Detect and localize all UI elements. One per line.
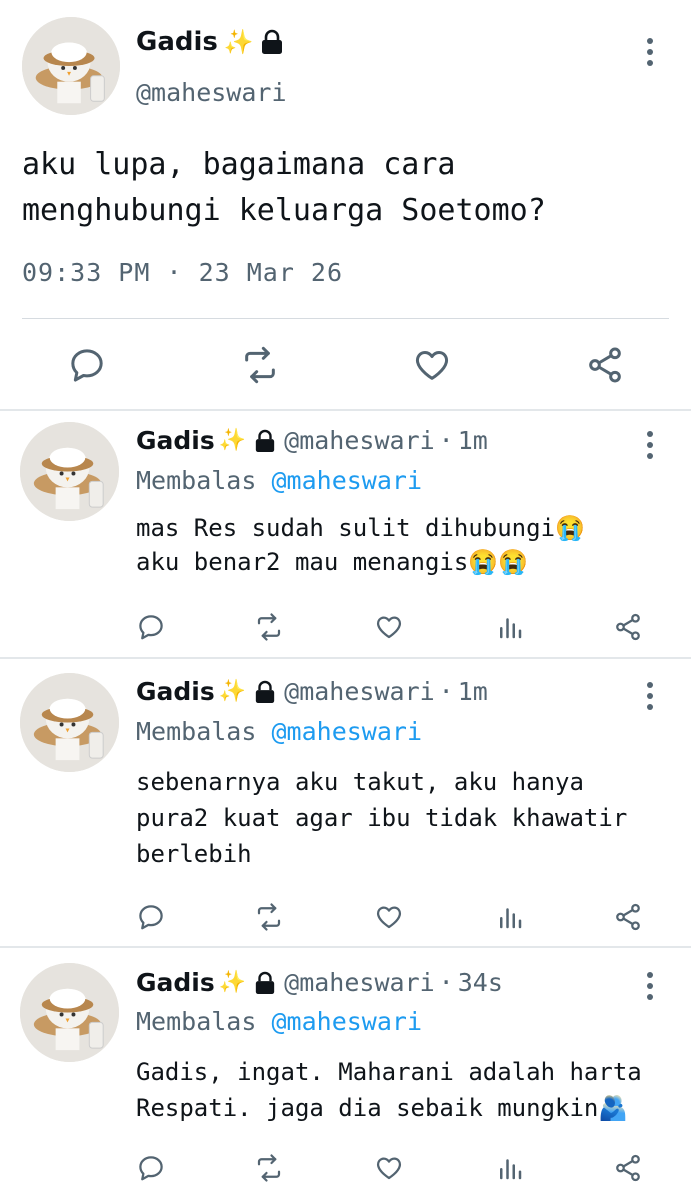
replying-label: Membalas — [136, 1007, 257, 1036]
handle[interactable]: @maheswari — [136, 78, 287, 107]
display-name[interactable]: Gadis — [136, 968, 215, 997]
handle[interactable]: @maheswari — [284, 677, 435, 706]
like-icon[interactable] — [374, 612, 404, 642]
relative-time: 1m — [457, 677, 488, 706]
avatar[interactable] — [20, 673, 119, 772]
replying-to: Membalas @maheswari — [136, 466, 422, 495]
divider — [0, 409, 691, 411]
separator: · — [438, 677, 454, 706]
reply-icon[interactable] — [136, 902, 166, 932]
reply-header: Gadis ✨ @maheswari · 1m — [136, 677, 488, 706]
sparkles-emoji: ✨ — [223, 28, 254, 56]
retweet-icon[interactable] — [254, 902, 284, 932]
like-icon[interactable] — [412, 345, 452, 385]
sparkles-emoji: ✨ — [218, 679, 247, 704]
retweet-icon[interactable] — [240, 345, 280, 385]
tweet-text: sebenarnya aku takut, aku hanya pura2 ku… — [136, 768, 628, 868]
mention-link[interactable]: @maheswari — [271, 717, 422, 746]
like-icon[interactable] — [374, 902, 404, 932]
divider — [0, 657, 691, 659]
relative-time: 34s — [457, 968, 503, 997]
retweet-icon[interactable] — [254, 1153, 284, 1183]
avatar-image — [20, 963, 119, 1062]
handle[interactable]: @maheswari — [284, 426, 435, 455]
tweet-text: aku lupa, bagaimana cara menghubungi kel… — [22, 147, 546, 228]
lock-icon — [254, 429, 276, 453]
replying-label: Membalas — [136, 717, 257, 746]
avatar[interactable] — [20, 963, 119, 1062]
more-options-icon[interactable] — [646, 38, 654, 66]
share-icon[interactable] — [585, 345, 625, 385]
lock-icon — [254, 971, 276, 995]
avatar[interactable] — [22, 17, 120, 115]
more-options-icon[interactable] — [646, 682, 654, 710]
replying-to: Membalas @maheswari — [136, 717, 422, 746]
views-icon[interactable] — [495, 612, 525, 642]
avatar-image — [22, 17, 120, 115]
lock-icon — [254, 680, 276, 704]
tweet-text: mas Res sudah sulit dihubungi😭 aku benar… — [136, 514, 585, 576]
share-icon[interactable] — [613, 1153, 643, 1183]
reply-header: Gadis ✨ @maheswari · 34s — [136, 968, 503, 997]
display-name[interactable]: Gadis — [136, 426, 215, 455]
avatar-image — [20, 673, 119, 772]
share-icon[interactable] — [613, 902, 643, 932]
reply-icon[interactable] — [136, 612, 166, 642]
mention-link[interactable]: @maheswari — [271, 466, 422, 495]
views-icon[interactable] — [495, 902, 525, 932]
share-icon[interactable] — [613, 612, 643, 642]
sparkles-emoji: ✨ — [218, 970, 247, 995]
retweet-icon[interactable] — [254, 612, 284, 642]
divider — [22, 318, 669, 319]
more-options-icon[interactable] — [646, 431, 654, 459]
views-icon[interactable] — [495, 1153, 525, 1183]
avatar[interactable] — [20, 422, 119, 521]
sparkles-emoji: ✨ — [218, 428, 247, 453]
reply-icon[interactable] — [136, 1153, 166, 1183]
lock-icon — [260, 29, 284, 55]
tweet-text: Gadis, ingat. Maharani adalah harta Resp… — [136, 1058, 642, 1122]
handle[interactable]: @maheswari — [284, 968, 435, 997]
reply-header: Gadis ✨ @maheswari · 1m — [136, 426, 488, 455]
more-options-icon[interactable] — [646, 972, 654, 1000]
separator: · — [438, 968, 454, 997]
separator: · — [438, 426, 454, 455]
divider — [0, 946, 691, 948]
like-icon[interactable] — [374, 1153, 404, 1183]
replying-label: Membalas — [136, 466, 257, 495]
avatar-image — [20, 422, 119, 521]
mention-link[interactable]: @maheswari — [271, 1007, 422, 1036]
timestamp: 09:33 PM · 23 Mar 26 — [22, 258, 344, 287]
display-name-row: Gadis ✨ — [136, 27, 284, 57]
display-name[interactable]: Gadis — [136, 27, 218, 57]
relative-time: 1m — [457, 426, 488, 455]
reply-icon[interactable] — [67, 345, 107, 385]
display-name[interactable]: Gadis — [136, 677, 215, 706]
replying-to: Membalas @maheswari — [136, 1007, 422, 1036]
